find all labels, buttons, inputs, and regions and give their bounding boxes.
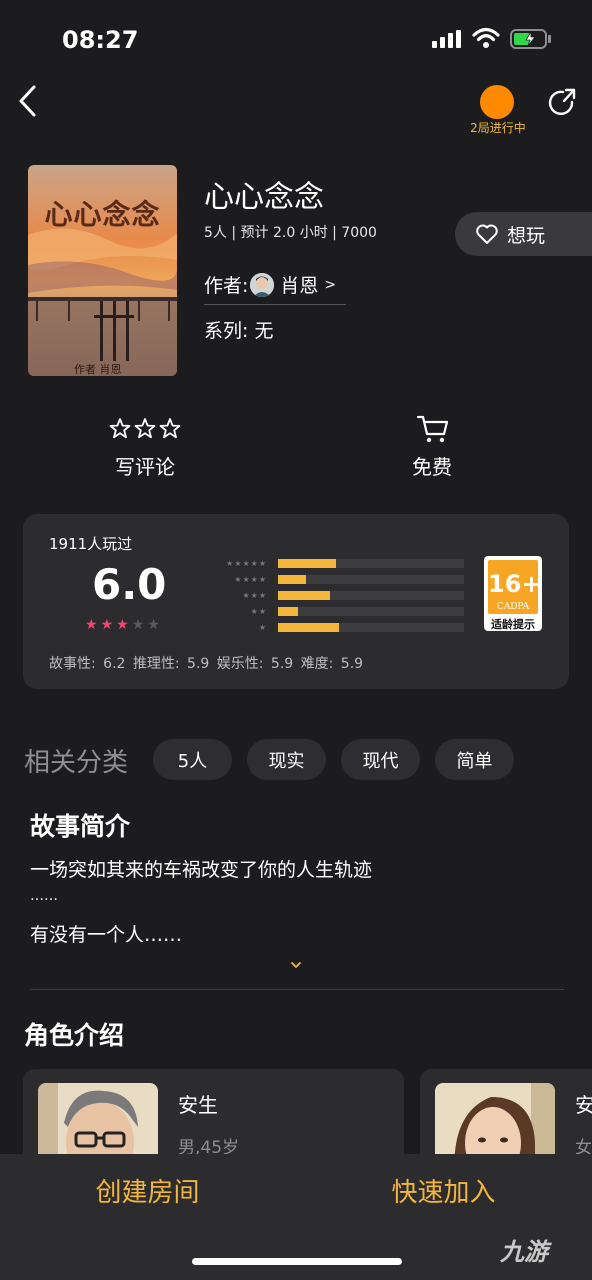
battery-icon bbox=[510, 29, 551, 49]
game-cover: 心心念念 作者 肖恩 bbox=[28, 165, 177, 376]
rating-distribution-row: ★ bbox=[213, 623, 464, 632]
write-review-button[interactable]: 写评论 bbox=[100, 451, 190, 480]
want-to-play-label: 想玩 bbox=[507, 224, 546, 247]
free-price-button[interactable]: 免费 bbox=[395, 451, 469, 480]
game-progress-indicator[interactable] bbox=[480, 85, 514, 119]
sub-scores: 故事性: 6.2 推理性: 5.9 娱乐性: 5.9 难度: 5.9 bbox=[49, 656, 364, 672]
rating-star-icon: ★ bbox=[85, 617, 101, 633]
tags-title: 相关分类 bbox=[24, 748, 129, 778]
cart-icon[interactable] bbox=[416, 414, 450, 444]
game-title: 心心念念 bbox=[204, 180, 324, 215]
character-name: 安生 bbox=[178, 1093, 218, 1117]
distribution-bar-track bbox=[278, 591, 464, 600]
age-rating-badge: 16+ CADPA 适龄提示 bbox=[484, 556, 542, 631]
home-indicator[interactable] bbox=[192, 1258, 402, 1265]
distribution-stars: ★★★★ bbox=[234, 575, 267, 584]
tag-modern[interactable]: 现代 bbox=[341, 739, 420, 780]
story-line: 有没有一个人…… bbox=[30, 924, 183, 946]
distribution-bar-track bbox=[278, 607, 464, 616]
wifi-icon bbox=[472, 27, 500, 48]
quick-join-button[interactable]: 快速加入 bbox=[356, 1172, 531, 1209]
overall-score: 6.0 bbox=[92, 560, 167, 609]
status-time: 08:27 bbox=[62, 26, 139, 54]
story-line: 一场突如其来的车祸改变了你的人生轨迹 bbox=[30, 859, 373, 881]
distribution-bar-fill bbox=[278, 559, 336, 568]
distribution-bar-fill bbox=[278, 591, 331, 600]
story-line: …… bbox=[30, 888, 58, 904]
score-stars: ★★★★★ bbox=[85, 617, 163, 633]
watermark-logo: 九游 bbox=[500, 1238, 548, 1266]
tag-5-players[interactable]: 5人 bbox=[153, 739, 232, 780]
rating-distribution-row: ★★★★★ bbox=[213, 559, 464, 568]
tag-reality[interactable]: 现实 bbox=[247, 739, 326, 780]
characters-title: 角色介绍 bbox=[24, 1021, 125, 1050]
distribution-stars: ★★★ bbox=[242, 591, 267, 600]
cover-title: 心心念念 bbox=[44, 198, 161, 231]
distribution-bar-track bbox=[278, 575, 464, 584]
tag-simple[interactable]: 简单 bbox=[435, 739, 514, 780]
age-rating: 16+ bbox=[488, 570, 542, 598]
distribution-bar-track bbox=[278, 559, 464, 568]
author-label: 作者: bbox=[204, 275, 249, 297]
game-meta: 5人 | 预计 2.0 小时 | 7000 bbox=[204, 225, 377, 241]
author-chevron: > bbox=[324, 276, 337, 293]
cover-author: 作者 肖恩 bbox=[74, 363, 122, 376]
age-rating-label: 适龄提示 bbox=[491, 618, 535, 631]
age-org: CADPA bbox=[496, 602, 530, 612]
star-outline-icon[interactable] bbox=[109, 417, 181, 441]
distribution-bar-fill bbox=[278, 575, 306, 584]
expand-chevron-icon[interactable] bbox=[286, 958, 306, 972]
story-title: 故事简介 bbox=[30, 812, 131, 841]
author-avatar bbox=[250, 272, 275, 297]
rating-star-icon: ★ bbox=[147, 617, 163, 633]
distribution-stars: ★★★★★ bbox=[226, 559, 267, 568]
author-link[interactable]: 作者: 肖恩 > bbox=[204, 271, 346, 305]
rating-distribution-row: ★★★ bbox=[213, 591, 464, 600]
rating-star-icon: ★ bbox=[116, 617, 132, 633]
author-name: 肖恩 bbox=[280, 275, 319, 297]
rating-star-icon: ★ bbox=[131, 617, 148, 633]
back-icon[interactable] bbox=[14, 84, 42, 118]
distribution-bar-fill bbox=[278, 623, 340, 632]
signal-icon bbox=[432, 30, 461, 48]
create-room-button[interactable]: 创建房间 bbox=[60, 1172, 235, 1209]
divider bbox=[30, 989, 564, 990]
share-icon[interactable] bbox=[546, 86, 580, 120]
want-to-play-button[interactable]: 想玩 bbox=[455, 212, 592, 256]
played-count: 1911人玩过 bbox=[49, 535, 133, 553]
character-name: 安 bbox=[575, 1093, 592, 1117]
distribution-stars: ★ bbox=[258, 623, 267, 632]
distribution-bar-fill bbox=[278, 607, 299, 616]
distribution-stars: ★★ bbox=[250, 607, 267, 616]
heart-icon bbox=[476, 224, 498, 244]
rating-distribution-row: ★★★★ bbox=[213, 575, 464, 584]
progress-label[interactable]: 2局进行中 bbox=[462, 119, 534, 136]
rating-star-icon: ★ bbox=[100, 617, 117, 633]
distribution-bar-track bbox=[278, 623, 464, 632]
rating-distribution-row: ★★ bbox=[213, 607, 464, 616]
series-label: 系列: 无 bbox=[204, 320, 274, 342]
